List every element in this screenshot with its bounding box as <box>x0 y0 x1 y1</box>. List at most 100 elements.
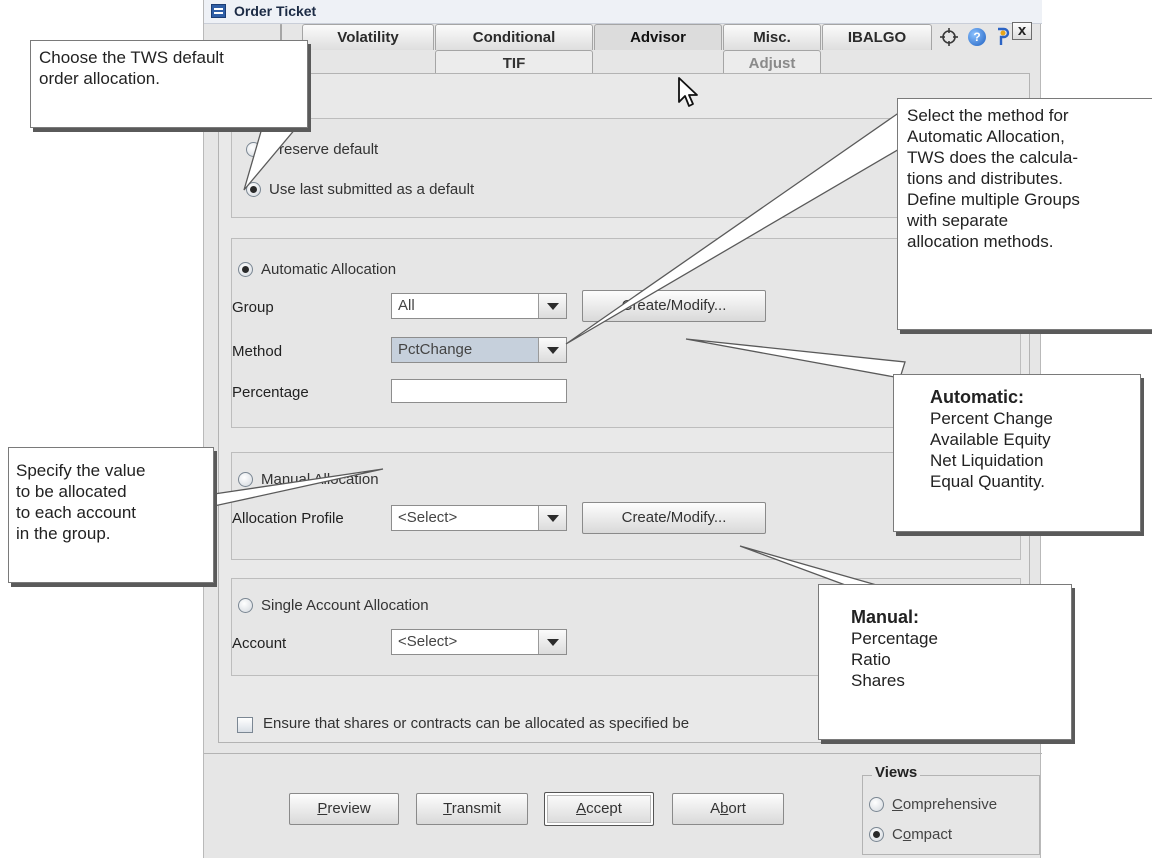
account-label: Account <box>232 635 287 652</box>
transmit-button[interactable]: Transmit <box>416 793 528 825</box>
window-title: Order Ticket <box>234 3 317 19</box>
percentage-label: Percentage <box>232 384 309 401</box>
views-title: Views <box>872 764 921 781</box>
automatic-allocation-option[interactable]: Automatic Allocation <box>238 261 396 278</box>
abort-button[interactable]: Abort <box>672 793 784 825</box>
close-button[interactable]: x <box>1012 22 1032 40</box>
ensure-allocation-label: Ensure that shares or contracts can be a… <box>263 715 690 732</box>
group-create-modify-button[interactable]: Create/Modify... <box>582 290 766 322</box>
compact-text-pre: C <box>892 826 903 843</box>
manual-allocation-label: Manual Allocation <box>261 471 379 488</box>
callout-automatic-item-4: Equal Quantity. <box>930 472 1045 491</box>
profile-create-modify-button[interactable]: Create/Modify... <box>582 502 766 534</box>
use-last-submitted-label: Use last submitted as a default <box>269 181 475 198</box>
tab-tif[interactable]: TIF <box>435 50 593 74</box>
callout-automatic-title: Automatic: <box>930 387 1024 407</box>
compact-mnemonic: o <box>902 826 912 843</box>
callout-method-line-7: allocation methods. <box>907 232 1054 251</box>
footer-divider <box>204 753 1042 754</box>
preserve-default-radio[interactable] <box>246 142 261 157</box>
crosshair-icon[interactable] <box>939 27 959 47</box>
pin-icon[interactable] <box>992 27 1010 47</box>
comprehensive-text: omprehensive <box>902 796 998 813</box>
comprehensive-mnemonic: C <box>892 796 903 813</box>
single-account-option[interactable]: Single Account Allocation <box>238 597 429 614</box>
callout-method-line-3: TWS does the calcula- <box>907 148 1079 167</box>
compact-text-post: mpact <box>911 826 953 843</box>
callout-method-line-1: Select the method for <box>907 106 1069 125</box>
single-account-label: Single Account Allocation <box>261 597 429 614</box>
compact-radio[interactable] <box>869 827 884 842</box>
method-value: PctChange <box>392 338 538 362</box>
group-label: Group <box>232 299 274 316</box>
abort-label-post: ort <box>728 800 746 817</box>
help-icon[interactable]: ? <box>968 28 986 46</box>
view-comprehensive-option[interactable]: Comprehensive <box>869 796 997 813</box>
tab-ibalgo[interactable]: IBALGO <box>822 24 932 50</box>
accept-button[interactable]: Accept <box>544 792 654 826</box>
accept-mnemonic: A <box>576 800 587 817</box>
automatic-allocation-label: Automatic Allocation <box>261 261 397 278</box>
mouse-cursor-icon <box>678 77 698 107</box>
allocation-profile-select[interactable]: <Select> <box>391 505 567 531</box>
callout-tws-default: Choose the TWS default order allocation. <box>30 40 308 128</box>
transmit-mnemonic: T <box>443 800 452 817</box>
percentage-input[interactable] <box>391 379 567 403</box>
method-select[interactable]: PctChange <box>391 337 567 363</box>
callout-manual-title: Manual: <box>851 607 920 627</box>
callout-method-line-4: tions and distributes. <box>907 169 1063 188</box>
callout-method-line-6: with separate <box>907 211 1009 230</box>
allocation-profile-value: <Select> <box>398 509 458 526</box>
callout-specify-line-1: Specify the value <box>16 461 146 480</box>
single-account-radio[interactable] <box>238 598 253 613</box>
callout-specify: Specify the value to be allocated to eac… <box>8 447 214 583</box>
callout-manual: Manual: Percentage Ratio Shares <box>818 584 1072 740</box>
group-select[interactable]: All <box>391 293 567 319</box>
compact-label: Compact <box>892 826 952 843</box>
preserve-default-option[interactable]: Preserve default <box>246 141 378 158</box>
title-bar: Order Ticket <box>204 0 1042 24</box>
chevron-down-icon[interactable] <box>538 294 566 318</box>
callout-tws-default-line-1: Choose the TWS default <box>39 48 224 67</box>
manual-allocation-option[interactable]: Manual Allocation <box>238 471 379 488</box>
views-group <box>862 775 1040 855</box>
tab-adjust[interactable]: Adjust <box>723 50 821 74</box>
callout-method-line-5: Define multiple Groups <box>907 190 1080 209</box>
account-select[interactable]: <Select> <box>391 629 567 655</box>
automatic-allocation-radio[interactable] <box>238 262 253 277</box>
app-icon <box>211 4 226 18</box>
tab-volatility[interactable]: Volatility <box>302 24 434 50</box>
view-compact-option[interactable]: Compact <box>869 826 952 843</box>
preview-button[interactable]: Preview <box>289 793 399 825</box>
abort-label-pre: A <box>710 800 721 817</box>
callout-manual-item-1: Percentage <box>851 629 938 648</box>
account-value: <Select> <box>398 633 458 650</box>
comprehensive-radio[interactable] <box>869 797 884 812</box>
method-label: Method <box>232 343 283 360</box>
chevron-down-icon[interactable] <box>538 506 566 530</box>
group-value: All <box>398 297 415 314</box>
ensure-allocation-checkbox[interactable] <box>237 717 253 733</box>
use-last-submitted-radio[interactable] <box>246 182 261 197</box>
tab-advisor[interactable]: Advisor <box>594 24 722 50</box>
callout-automatic-item-1: Percent Change <box>930 409 1053 428</box>
callout-manual-item-2: Ratio <box>851 650 891 669</box>
callout-method: Select the method for Automatic Allocati… <box>897 98 1152 330</box>
manual-allocation-radio[interactable] <box>238 472 253 487</box>
use-last-submitted-option[interactable]: Use last submitted as a default <box>246 181 474 198</box>
tab-conditional[interactable]: Conditional <box>435 24 593 50</box>
callout-tws-default-line-2: order allocation. <box>39 69 160 88</box>
callout-specify-line-4: in the group. <box>16 524 111 543</box>
callout-method-line-2: Automatic Allocation, <box>907 127 1065 146</box>
comprehensive-label: Comprehensive <box>892 796 997 813</box>
callout-manual-item-3: Shares <box>851 671 905 690</box>
callout-automatic-item-3: Net Liquidation <box>930 451 1044 470</box>
accept-label: ccept <box>586 800 622 817</box>
chevron-down-icon[interactable] <box>538 338 566 362</box>
tab-misc[interactable]: Misc. <box>723 24 821 50</box>
allocation-profile-label: Allocation Profile <box>232 510 344 527</box>
callout-automatic: Automatic: Percent Change Available Equi… <box>893 374 1141 532</box>
preview-mnemonic: P <box>317 800 328 817</box>
chevron-down-icon[interactable] <box>538 630 566 654</box>
callout-specify-line-3: to each account <box>16 503 137 522</box>
